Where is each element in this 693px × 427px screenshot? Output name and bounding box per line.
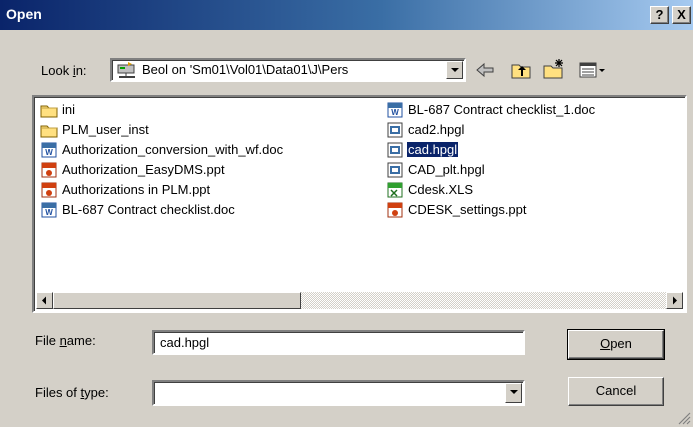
file-name-label: File name: — [35, 333, 96, 348]
cancel-button[interactable]: Cancel — [568, 377, 664, 406]
back-arrow-icon[interactable] — [474, 61, 496, 79]
new-folder-icon[interactable] — [542, 58, 566, 80]
powerpoint-icon — [387, 202, 403, 218]
network-drive-icon — [117, 62, 135, 78]
file-name-text: BL-687 Contract checklist.doc — [62, 202, 235, 217]
svg-text:W: W — [45, 148, 53, 157]
file-name-text: PLM_user_inst — [62, 122, 149, 137]
scroll-left-arrow-icon — [42, 296, 46, 305]
file-name-input[interactable]: cad.hpgl — [152, 330, 525, 355]
file-list[interactable]: ini PLM_user_inst W Authorization_conversio… — [32, 95, 687, 313]
look-in-label: Look in: — [41, 63, 87, 78]
file-name-text: ini — [62, 102, 76, 117]
word-doc-icon: W — [387, 102, 403, 118]
word-doc-icon: W — [41, 142, 57, 158]
file-name-text: Cdesk.XLS — [408, 182, 474, 197]
scroll-right-arrow-icon — [673, 296, 677, 305]
powerpoint-icon — [41, 182, 57, 198]
horizontal-scrollbar[interactable] — [36, 292, 683, 309]
resize-grip-icon[interactable] — [678, 412, 691, 425]
file-name-text: BL-687 Contract checklist_1.doc — [408, 102, 596, 117]
file-type-dropdown-arrow[interactable] — [505, 383, 522, 403]
view-menu-icon[interactable] — [578, 60, 608, 80]
file-name-text: Authorizations in PLM.ppt — [62, 182, 211, 197]
file-name-text: Authorization_conversion_with_wf.doc — [62, 142, 284, 157]
look-in-dropdown[interactable]: Beol on 'Sm01\Vol01\Data01\J\Pers — [110, 58, 466, 82]
svg-text:W: W — [45, 208, 53, 217]
powerpoint-icon — [41, 162, 57, 178]
scroll-left-button[interactable] — [36, 292, 53, 309]
file-name-text: Authorization_EasyDMS.ppt — [62, 162, 225, 177]
help-button[interactable]: ? — [650, 6, 669, 24]
file-name-text: cad.hpgl — [405, 141, 460, 158]
file-name-value: cad.hpgl — [160, 335, 210, 350]
word-doc-icon: W — [41, 202, 57, 218]
file-name-text: CAD_plt.hpgl — [408, 162, 485, 177]
hpgl-file-icon — [387, 122, 403, 138]
folder-icon — [40, 105, 58, 118]
hpgl-file-icon — [387, 162, 403, 178]
file-name-text: cad2.hpgl — [408, 122, 465, 137]
look-in-dropdown-arrow[interactable] — [446, 61, 463, 79]
title-bar[interactable]: Open ? X — [0, 0, 693, 30]
folder-icon — [40, 125, 58, 138]
up-folder-icon[interactable] — [510, 60, 532, 80]
file-name-text: CDESK_settings.ppt — [408, 202, 527, 217]
file-type-label: Files of type: — [35, 385, 109, 400]
open-button[interactable]: Open — [567, 329, 665, 360]
file-type-dropdown[interactable] — [152, 380, 525, 406]
excel-icon — [387, 182, 403, 198]
scroll-thumb[interactable] — [53, 292, 301, 309]
close-button[interactable]: X — [672, 6, 691, 24]
hpgl-file-icon — [387, 142, 403, 158]
look-in-value: Beol on 'Sm01\Vol01\Data01\J\Pers — [142, 62, 349, 77]
window-title: Open — [6, 6, 42, 22]
scroll-right-button[interactable] — [666, 292, 683, 309]
svg-text:W: W — [391, 108, 399, 117]
